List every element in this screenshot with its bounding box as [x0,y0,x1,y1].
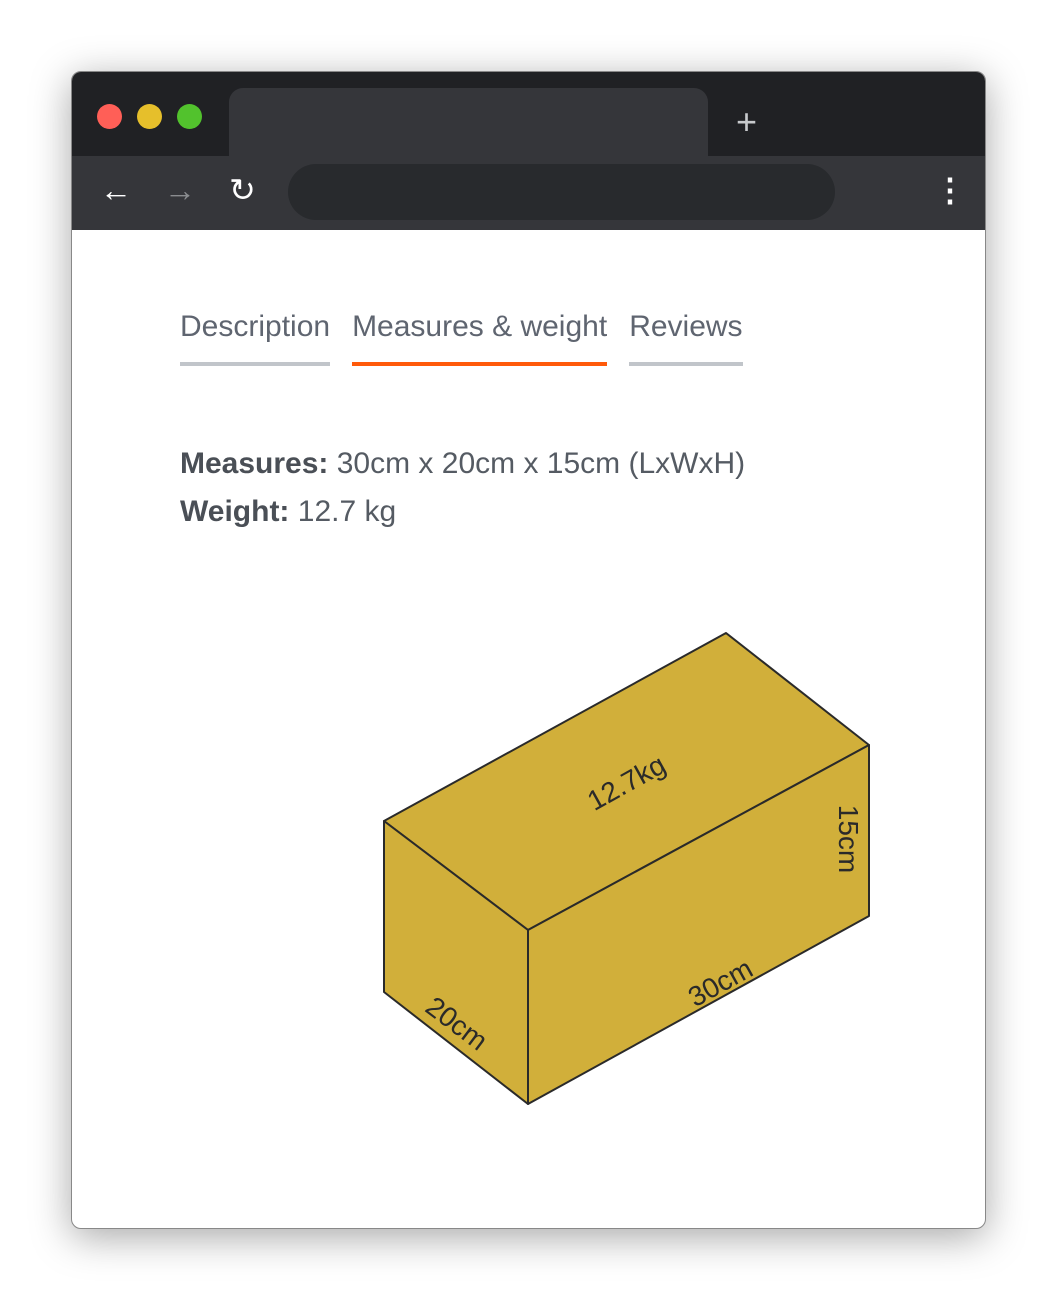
box-height-label: 15cm [833,805,864,873]
box-illustration: 12.7kg 15cm 30cm 20cm [383,632,870,1105]
browser-window: + ← → ↻ ⋮ Description Measures & weight … [71,71,986,1229]
